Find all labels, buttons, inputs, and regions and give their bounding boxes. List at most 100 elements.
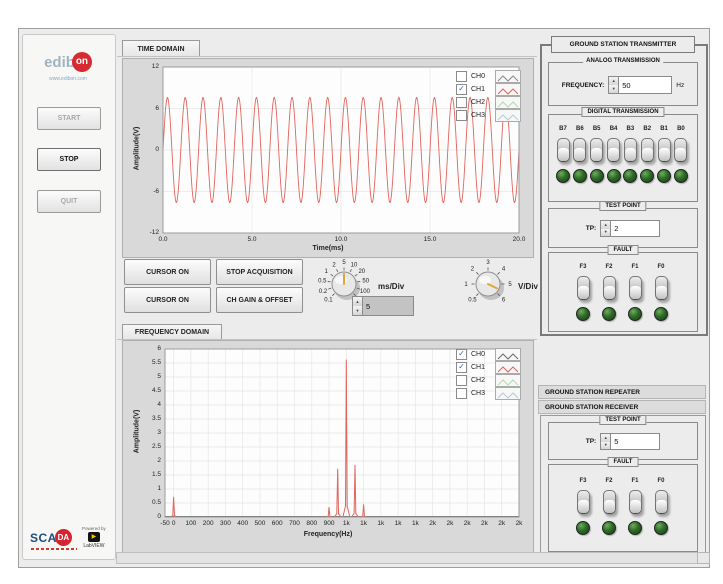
toggle-switch[interactable] bbox=[577, 490, 590, 514]
cursor-on-button-1[interactable]: CURSOR ON bbox=[124, 259, 211, 285]
led-indicator bbox=[556, 169, 570, 183]
spinner-arrows[interactable]: ▲▼ bbox=[353, 297, 363, 315]
tp-value[interactable]: 5 bbox=[611, 434, 659, 449]
svg-text:0.2: 0.2 bbox=[319, 289, 328, 295]
frequency-domain-graph: Amplitude(V) Frequency(Hz) ✓CH0✓CH1CH2CH… bbox=[122, 340, 534, 556]
bit-column: F3 bbox=[576, 264, 590, 321]
v-per-div-knob[interactable]: 0.5123456 bbox=[456, 254, 520, 318]
horizontal-scrollbar[interactable] bbox=[116, 552, 698, 564]
tp-spinner[interactable]: ▲▼ 5 bbox=[600, 433, 660, 450]
spinner-arrows[interactable]: ▲▼ bbox=[601, 221, 611, 236]
test-point-title: TEST POINT bbox=[599, 415, 646, 425]
spinner-arrows[interactable]: ▲▼ bbox=[609, 77, 619, 93]
led-indicator bbox=[576, 307, 590, 321]
tab-time-domain[interactable]: TIME DOMAIN bbox=[122, 40, 200, 57]
svg-text:20: 20 bbox=[358, 269, 365, 275]
channel-trace-swatch bbox=[495, 348, 521, 361]
toggle-switch[interactable] bbox=[629, 490, 642, 514]
led-indicator bbox=[573, 169, 587, 183]
toggle-switch[interactable] bbox=[603, 490, 616, 514]
scrollbar-corner-box[interactable] bbox=[697, 552, 710, 564]
toggle-switch[interactable] bbox=[577, 276, 590, 300]
channel-checkbox[interactable] bbox=[456, 375, 467, 386]
legend-row: ✓CH1 bbox=[456, 84, 521, 95]
led-indicator bbox=[654, 307, 668, 321]
spinner-down-icon[interactable]: ▼ bbox=[609, 85, 618, 93]
toggle-switch[interactable] bbox=[658, 138, 671, 162]
stop-button[interactable]: STOP bbox=[37, 148, 101, 171]
channel-checkbox[interactable]: ✓ bbox=[456, 349, 467, 360]
plot-legend: ✓CH0✓CH1CH2CH3 bbox=[456, 349, 521, 399]
channel-trace-swatch bbox=[495, 83, 521, 96]
svg-text:2: 2 bbox=[332, 262, 336, 268]
channel-trace-swatch bbox=[495, 109, 521, 122]
led-indicator bbox=[602, 521, 616, 535]
frequency-spinner[interactable]: ▲▼ 50 bbox=[608, 76, 672, 94]
spinner-up-icon[interactable]: ▲ bbox=[353, 297, 362, 306]
spinner-up-icon[interactable]: ▲ bbox=[601, 221, 610, 229]
receiver-header[interactable]: GROUND STATION RECEIVER bbox=[538, 400, 706, 414]
spinner-down-icon[interactable]: ▼ bbox=[353, 306, 362, 315]
toggle-switch[interactable] bbox=[655, 276, 668, 300]
channel-label: CH0 bbox=[471, 351, 491, 358]
led-indicator bbox=[628, 307, 642, 321]
toggle-switch[interactable] bbox=[629, 276, 642, 300]
spinner-arrows[interactable]: ▲▼ bbox=[601, 434, 611, 449]
ms-per-div-value[interactable]: 5 bbox=[363, 297, 413, 315]
toggle-switch[interactable] bbox=[624, 138, 637, 162]
toggle-switch[interactable] bbox=[641, 138, 654, 162]
spinner-up-icon[interactable]: ▲ bbox=[609, 77, 618, 85]
digital-transmission-title: DIGITAL TRANSMISSION bbox=[581, 107, 664, 117]
axis-tick-label: 12 bbox=[131, 63, 159, 70]
scada-tagline bbox=[31, 548, 77, 550]
channel-checkbox[interactable]: ✓ bbox=[456, 84, 467, 95]
repeater-header[interactable]: GROUND STATION REPEATER bbox=[538, 385, 706, 399]
spinner-up-icon[interactable]: ▲ bbox=[601, 434, 610, 442]
channel-checkbox[interactable] bbox=[456, 97, 467, 108]
ch-gain-offset-button[interactable]: CH GAIN & OFFSET bbox=[216, 287, 303, 313]
toggle-switch[interactable] bbox=[573, 138, 586, 162]
tp-value[interactable]: 2 bbox=[611, 221, 659, 236]
tab-frequency-domain[interactable]: FREQUENCY DOMAIN bbox=[122, 324, 222, 340]
quit-button[interactable]: QUIT bbox=[37, 190, 101, 213]
toggle-switch[interactable] bbox=[607, 138, 620, 162]
legend-row: CH3 bbox=[456, 388, 521, 399]
toggle-switch[interactable] bbox=[655, 490, 668, 514]
toggle-switch[interactable] bbox=[603, 276, 616, 300]
edibon-logo: edib on bbox=[24, 50, 112, 74]
channel-label: CH0 bbox=[471, 73, 491, 80]
toggle-switch[interactable] bbox=[557, 138, 570, 162]
svg-text:0.5: 0.5 bbox=[318, 279, 327, 285]
axis-tick-label: 0.0 bbox=[151, 236, 175, 243]
axis-tick-label: 6 bbox=[133, 345, 161, 352]
axis-tick-label: 5.5 bbox=[133, 359, 161, 366]
fault-title: FAULT bbox=[608, 245, 639, 255]
led-indicator bbox=[640, 169, 654, 183]
channel-checkbox[interactable] bbox=[456, 71, 467, 82]
spinner-down-icon[interactable]: ▼ bbox=[601, 442, 610, 450]
start-button[interactable]: START bbox=[37, 107, 101, 130]
cursor-on-button-2[interactable]: CURSOR ON bbox=[124, 287, 211, 313]
channel-label: CH3 bbox=[471, 112, 491, 119]
bit-label: B1 bbox=[660, 126, 668, 132]
svg-text:3: 3 bbox=[486, 260, 490, 266]
channel-checkbox[interactable] bbox=[456, 110, 467, 121]
svg-text:10: 10 bbox=[351, 262, 358, 268]
bit-label: F1 bbox=[631, 264, 638, 270]
channel-checkbox[interactable] bbox=[456, 388, 467, 399]
channel-checkbox[interactable]: ✓ bbox=[456, 362, 467, 373]
ms-per-div-spinner[interactable]: ▲▼ 5 bbox=[352, 296, 414, 316]
spinner-down-icon[interactable]: ▼ bbox=[601, 229, 610, 237]
tp-spinner[interactable]: ▲▼ 2 bbox=[600, 220, 660, 237]
time-domain-graph: Amplitude(V) Time(ms) CH0✓CH1CH2CH3 0.05… bbox=[122, 58, 534, 258]
frequency-value[interactable]: 50 bbox=[619, 77, 671, 93]
axis-tick-label: -6 bbox=[131, 188, 159, 195]
channel-trace-swatch bbox=[495, 374, 521, 387]
bit-label: F0 bbox=[657, 478, 664, 484]
stop-acquisition-button[interactable]: STOP ACQUISITION bbox=[216, 259, 303, 285]
scada-logo-badge: DA bbox=[55, 529, 72, 546]
bit-column: B5 bbox=[590, 126, 604, 183]
toggle-switch[interactable] bbox=[674, 138, 687, 162]
toggle-switch[interactable] bbox=[590, 138, 603, 162]
bit-label: F0 bbox=[657, 264, 664, 270]
